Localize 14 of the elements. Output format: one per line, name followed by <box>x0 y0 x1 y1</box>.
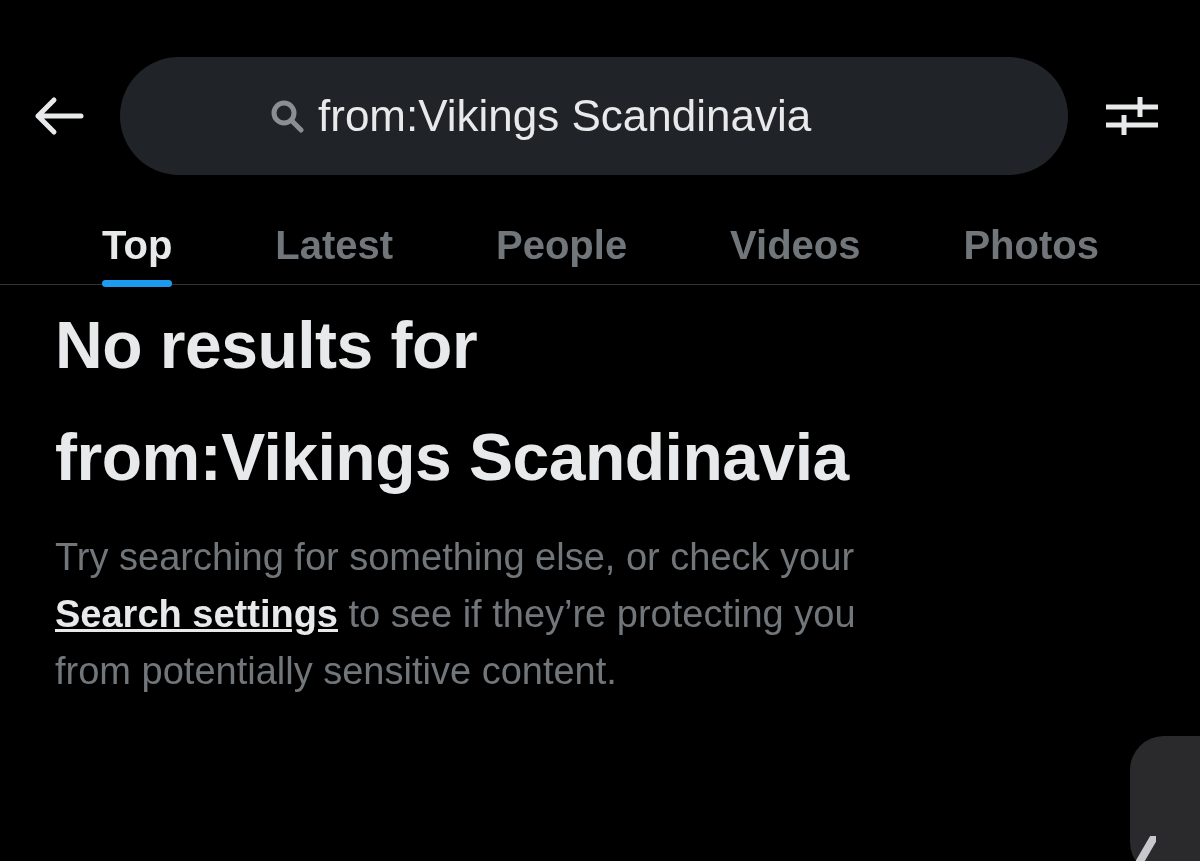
search-icon <box>270 99 304 133</box>
back-arrow-icon <box>34 96 84 136</box>
no-results-message: Try searching for something else, or check your Search settings to see if they’re protecting you from potentially sensitive content. <box>55 535 857 694</box>
back-button[interactable] <box>34 96 84 136</box>
tab[interactable]: Photos <box>949 223 1113 287</box>
tab[interactable]: Latest <box>261 223 408 287</box>
tab[interactable]: People <box>482 223 642 287</box>
pencil-icon <box>1136 836 1156 861</box>
tab[interactable]: Videos <box>716 223 875 287</box>
search-settings-link[interactable]: Search settings <box>55 593 338 635</box>
tab[interactable]: Top <box>88 223 187 287</box>
search-field[interactable]: from:Vikings Scandinavia <box>318 91 918 141</box>
search-bar[interactable]: from:Vikings Scandinavia <box>120 57 1068 175</box>
no-results-title: No results for from:Vikings Scandinavia <box>55 307 851 496</box>
